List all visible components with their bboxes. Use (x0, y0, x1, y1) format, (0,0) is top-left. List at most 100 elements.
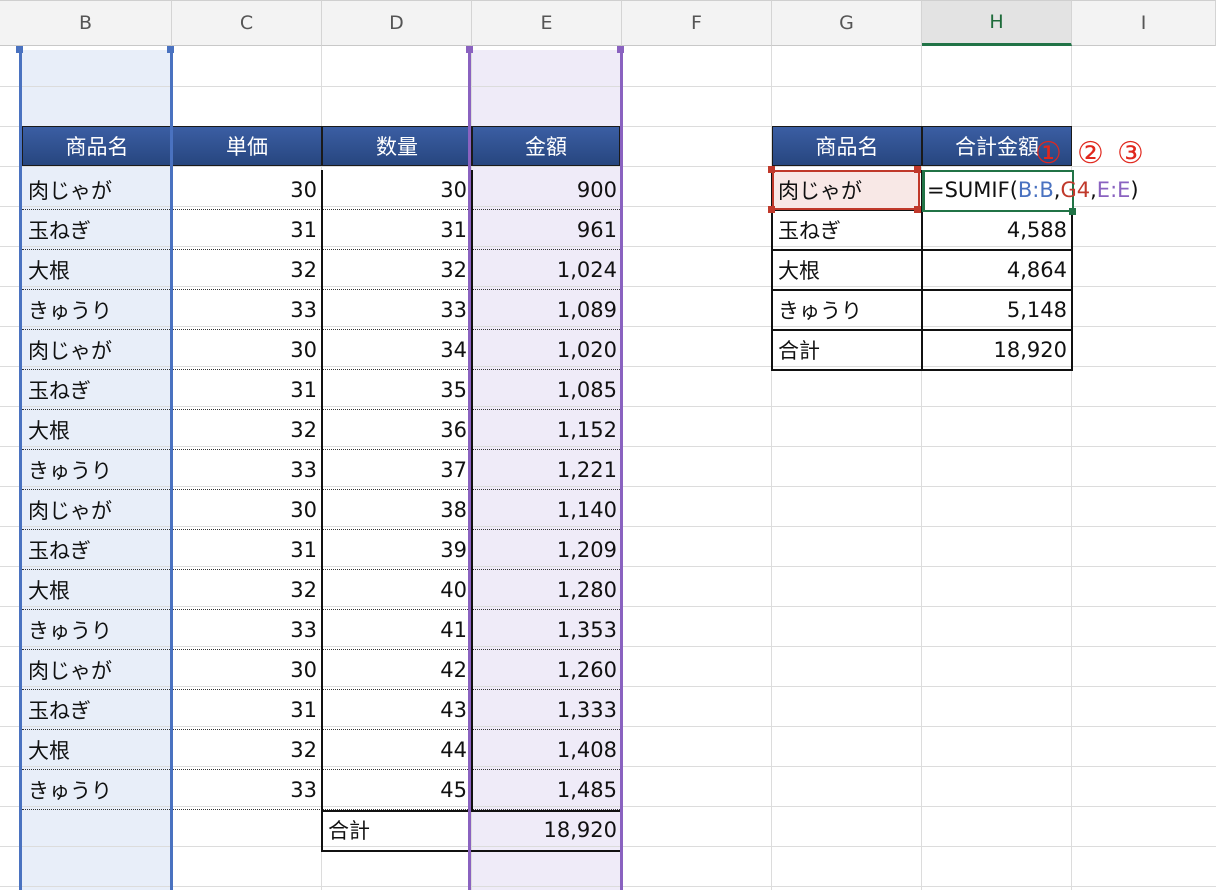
table2-cell-product[interactable]: 合計 (772, 330, 922, 370)
table1-cell-price[interactable]: 33 (172, 770, 322, 810)
table1-cell-product[interactable]: 玉ねぎ (22, 370, 172, 410)
table1-cell-price[interactable]: 32 (172, 570, 322, 610)
table1-cell-quantity[interactable]: 31 (322, 210, 472, 250)
table1-cell-amount[interactable]: 1,260 (472, 650, 622, 690)
table1-cell-amount[interactable]: 1,085 (472, 370, 622, 410)
table2-cell-total[interactable]: 18,920 (922, 330, 1072, 370)
column-header-h[interactable]: H (922, 0, 1072, 46)
table1-header-price[interactable]: 単価 (172, 126, 322, 166)
cell-text: 大根 (778, 259, 820, 283)
table1-cell-amount[interactable]: 900 (472, 170, 622, 210)
table1-cell-product[interactable]: 肉じゃが (22, 330, 172, 370)
column-header-i[interactable]: I (1072, 0, 1216, 46)
table1-cell-amount[interactable]: 961 (472, 210, 622, 250)
table1-cell-quantity[interactable]: 43 (322, 690, 472, 730)
column-header-d[interactable]: D (322, 0, 472, 46)
table1-cell-price[interactable]: 32 (172, 410, 322, 450)
table1-cell-quantity[interactable]: 42 (322, 650, 472, 690)
table1-header-amount[interactable]: 金額 (472, 126, 620, 166)
table1-cell-quantity[interactable]: 44 (322, 730, 472, 770)
table2-cell-total[interactable]: 4,864 (922, 250, 1072, 290)
table1-cell-amount[interactable]: 1,089 (472, 290, 622, 330)
table1-cell-quantity[interactable]: 34 (322, 330, 472, 370)
formula-text[interactable]: =SUMIF(B:B, G4, E:E) (927, 170, 1139, 210)
table1-total-label[interactable]: 合計 (322, 810, 472, 850)
cell-text: 33 (290, 778, 317, 802)
table1-cell-product[interactable]: 大根 (22, 730, 172, 770)
table1-cell-price[interactable]: 32 (172, 730, 322, 770)
column-header-c[interactable]: C (172, 0, 322, 46)
column-header-e[interactable]: E (472, 0, 622, 46)
table1-cell-quantity[interactable]: 32 (322, 250, 472, 290)
table1-cell-product[interactable]: きゅうり (22, 770, 172, 810)
table1-cell-product[interactable]: 大根 (22, 250, 172, 290)
table1-cell-amount[interactable]: 1,280 (472, 570, 622, 610)
table2-header-product[interactable]: 商品名 (772, 126, 922, 166)
table1-cell-price[interactable]: 30 (172, 490, 322, 530)
range-e-handle-right[interactable] (617, 46, 624, 53)
table1-cell-price[interactable]: 33 (172, 450, 322, 490)
table1-cell-amount[interactable]: 1,140 (472, 490, 622, 530)
table1-cell-product[interactable]: 肉じゃが (22, 170, 172, 210)
table1-cell-amount[interactable]: 1,152 (472, 410, 622, 450)
column-header-g[interactable]: G (772, 0, 922, 46)
table2-g4-label[interactable]: 肉じゃが (772, 170, 922, 210)
table1-cell-product[interactable]: きゅうり (22, 290, 172, 330)
range-e-handle-left[interactable] (466, 46, 473, 53)
table2-cell-product[interactable]: きゅうり (772, 290, 922, 330)
table1-cell-amount[interactable]: 1,024 (472, 250, 622, 290)
table1-cell-amount[interactable]: 1,353 (472, 610, 622, 650)
table1-cell-product[interactable]: 玉ねぎ (22, 210, 172, 250)
table1-cell-price[interactable]: 31 (172, 690, 322, 730)
table1-cell-price[interactable]: 31 (172, 370, 322, 410)
formula-suffix: ) (1130, 178, 1139, 202)
table1-cell-price[interactable]: 30 (172, 170, 322, 210)
table1-cell-price[interactable]: 33 (172, 290, 322, 330)
table1-header-product[interactable]: 商品名 (22, 126, 172, 166)
table1-cell-price[interactable]: 31 (172, 530, 322, 570)
table1-cell-product[interactable]: 玉ねぎ (22, 530, 172, 570)
table1-cell-product[interactable]: 大根 (22, 410, 172, 450)
spreadsheet[interactable]: B C D E F G H I 商品名 単価 数量 金額 肉じゃが 30 30 900… (0, 0, 1216, 890)
table1-total-value[interactable]: 18,920 (472, 810, 622, 850)
table2-cell-product[interactable]: 玉ねぎ (772, 210, 922, 250)
range-b-handle-left[interactable] (16, 46, 23, 53)
table1-cell-price[interactable]: 30 (172, 650, 322, 690)
table1-cell-price[interactable]: 31 (172, 210, 322, 250)
column-header-b[interactable]: B (0, 0, 172, 46)
table1-header-quantity[interactable]: 数量 (322, 126, 472, 166)
table1-cell-quantity[interactable]: 38 (322, 490, 472, 530)
table1-cell-quantity[interactable]: 30 (322, 170, 472, 210)
table1-cell-product[interactable]: 大根 (22, 570, 172, 610)
column-header-f[interactable]: F (622, 0, 772, 46)
table1-cell-price[interactable]: 32 (172, 250, 322, 290)
table1-cell-quantity[interactable]: 35 (322, 370, 472, 410)
cell-text: 玉ねぎ (778, 219, 841, 243)
table1-cell-amount[interactable]: 1,333 (472, 690, 622, 730)
table2-cell-total[interactable]: 4,588 (922, 210, 1072, 250)
table1-cell-amount[interactable]: 1,221 (472, 450, 622, 490)
table1-cell-price[interactable]: 30 (172, 330, 322, 370)
table1-cell-product[interactable]: 玉ねぎ (22, 690, 172, 730)
table1-cell-quantity[interactable]: 39 (322, 530, 472, 570)
table1-cell-product[interactable]: 肉じゃが (22, 650, 172, 690)
table1-cell-quantity[interactable]: 45 (322, 770, 472, 810)
table1-cell-quantity[interactable]: 37 (322, 450, 472, 490)
table1-cell-amount[interactable]: 1,020 (472, 330, 622, 370)
table1-cell-amount[interactable]: 1,209 (472, 530, 622, 570)
table2-cell-product[interactable]: 大根 (772, 250, 922, 290)
table1-cell-product[interactable]: 肉じゃが (22, 490, 172, 530)
table1-cell-product[interactable]: きゅうり (22, 610, 172, 650)
table2-cell-total[interactable]: 5,148 (922, 290, 1072, 330)
range-b-handle-right[interactable] (167, 46, 174, 53)
table1-cell-quantity[interactable]: 40 (322, 570, 472, 610)
table1-cell-amount[interactable]: 1,408 (472, 730, 622, 770)
table1-cell-quantity[interactable]: 41 (322, 610, 472, 650)
table1-cell-price[interactable]: 33 (172, 610, 322, 650)
cell-text: 33 (290, 298, 317, 322)
cell-text: 32 (290, 738, 317, 762)
table1-cell-amount[interactable]: 1,485 (472, 770, 622, 810)
table1-cell-quantity[interactable]: 36 (322, 410, 472, 450)
table1-cell-quantity[interactable]: 33 (322, 290, 472, 330)
table1-cell-product[interactable]: きゅうり (22, 450, 172, 490)
